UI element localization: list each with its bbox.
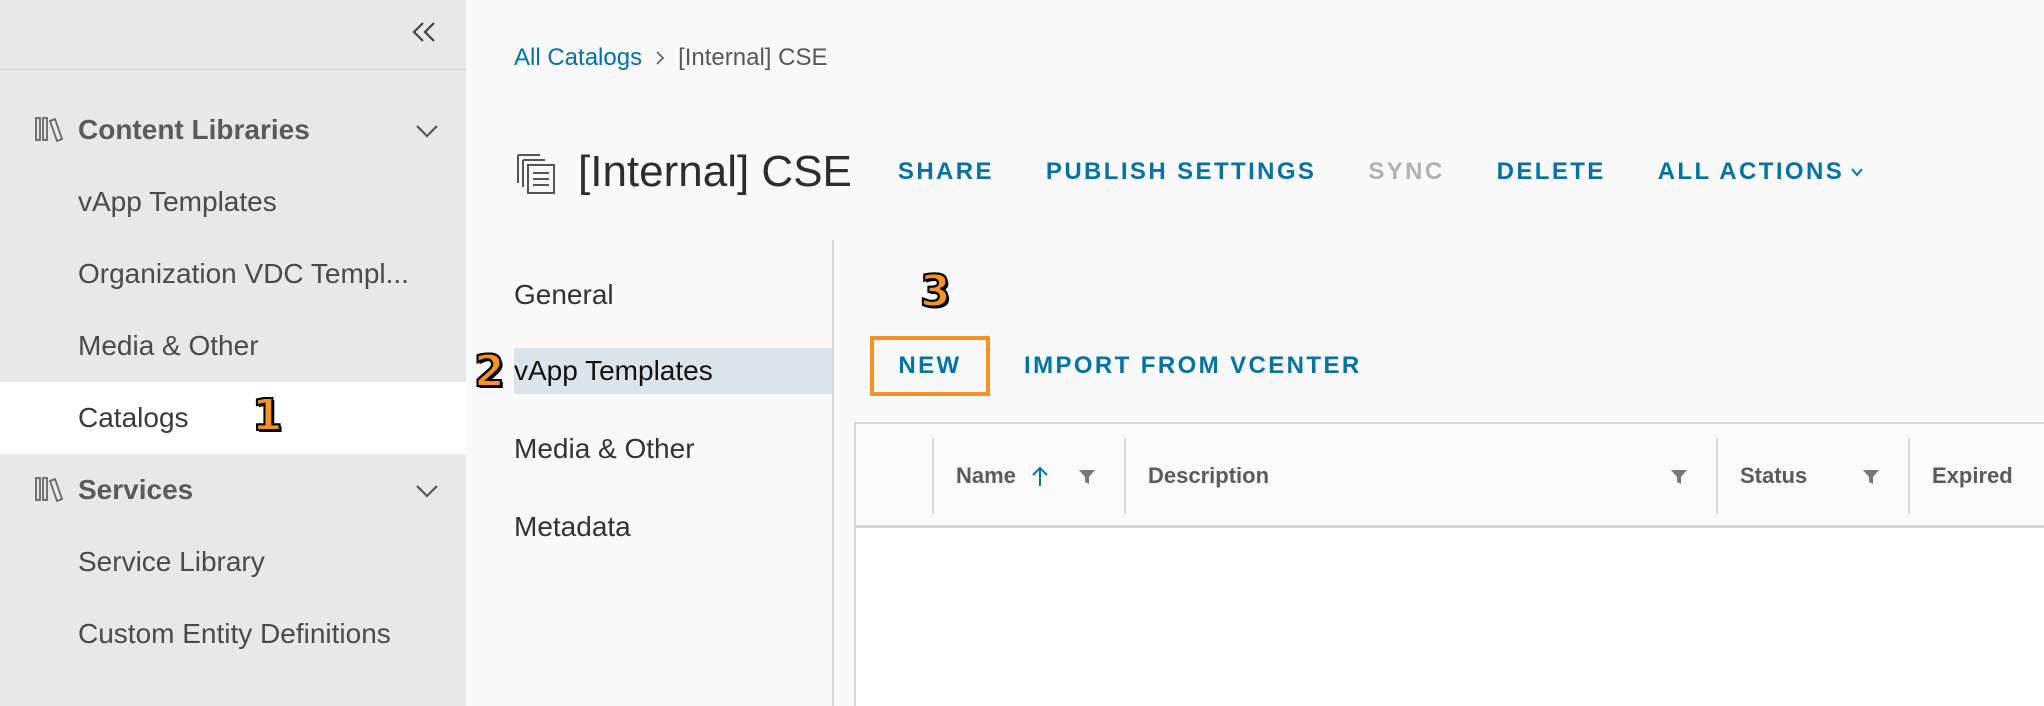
page-title: [Internal] CSE <box>578 147 852 196</box>
sync-button[interactable]: SYNC <box>1368 158 1444 186</box>
collapse-sidebar-button[interactable] <box>404 14 444 50</box>
sort-ascending-icon[interactable] <box>1030 465 1050 487</box>
filter-icon[interactable] <box>1670 468 1688 486</box>
share-button[interactable]: SHARE <box>898 158 994 186</box>
sidebar-item-media-other[interactable]: Media & Other <box>0 310 466 382</box>
column-header-name[interactable]: Name <box>956 440 1050 512</box>
column-expired-label: Expired <box>1932 463 2013 488</box>
column-description-label: Description <box>1148 463 1270 488</box>
sidebar: Content Libraries vApp Templates Organiz… <box>0 0 466 706</box>
grid-toolbar: NEW IMPORT FROM VCENTER <box>870 336 1362 396</box>
chevron-down-icon[interactable] <box>412 476 442 506</box>
breadcrumb-current: [Internal] CSE <box>678 44 828 71</box>
subnav-media-other[interactable]: Media & Other <box>514 426 832 472</box>
sidebar-collapse-row <box>0 0 466 70</box>
new-button[interactable]: NEW <box>870 336 990 396</box>
all-actions-dropdown[interactable]: ALL ACTIONS <box>1658 158 1864 186</box>
chevron-right-icon <box>654 50 666 66</box>
page-header: [Internal] CSE SHARE PUBLISH SETTINGS SY… <box>514 140 1916 204</box>
column-header-description[interactable]: Description <box>1148 440 1269 512</box>
nav-group-label: Services <box>78 474 194 505</box>
publish-settings-button[interactable]: PUBLISH SETTINGS <box>1046 158 1316 186</box>
library-icon <box>35 117 64 143</box>
breadcrumb: All Catalogs [Internal] CSE <box>514 44 827 72</box>
step-marker-3: 3 <box>919 266 952 317</box>
library-icon <box>35 477 64 503</box>
column-header-status[interactable]: Status <box>1740 440 1807 512</box>
subnav-vapp-templates[interactable]: vApp Templates <box>514 348 832 394</box>
column-separator <box>1908 438 1910 514</box>
column-name-label: Name <box>956 463 1016 488</box>
column-separator <box>1124 438 1126 514</box>
column-status-label: Status <box>1740 463 1808 488</box>
chevron-down-icon[interactable] <box>412 116 442 146</box>
step-marker-1: 1 <box>251 390 284 441</box>
nav-group-services[interactable]: Services <box>0 454 466 526</box>
import-from-vcenter-button[interactable]: IMPORT FROM VCENTER <box>1024 352 1362 380</box>
subnav-general[interactable]: General <box>514 272 832 318</box>
all-actions-label: ALL ACTIONS <box>1657 158 1845 185</box>
sidebar-item-service-library[interactable]: Service Library <box>0 526 466 598</box>
sidebar-item-custom-entity-definitions[interactable]: Custom Entity Definitions <box>0 598 466 670</box>
step-marker-2: 2 <box>473 346 506 397</box>
catalog-copy-icon <box>517 154 555 194</box>
subnav-metadata[interactable]: Metadata <box>514 504 832 550</box>
column-separator <box>1716 438 1718 514</box>
double-chevron-left-icon <box>412 22 435 42</box>
chevron-down-icon <box>1851 168 1863 177</box>
sidebar-item-organization-vdc-templates[interactable]: Organization VDC Templ... <box>0 238 466 310</box>
filter-icon[interactable] <box>1078 468 1096 486</box>
sidebar-item-catalogs[interactable]: Catalogs <box>0 382 466 454</box>
nav-group-content-libraries[interactable]: Content Libraries <box>0 94 466 166</box>
column-separator <box>932 438 934 514</box>
vertical-divider <box>832 240 834 706</box>
breadcrumb-all-catalogs-link[interactable]: All Catalogs <box>514 44 642 72</box>
delete-button[interactable]: DELETE <box>1497 158 1606 186</box>
nav-group-label: Content Libraries <box>78 114 310 145</box>
sidebar-item-vapp-templates[interactable]: vApp Templates <box>0 166 466 238</box>
column-header-expired[interactable]: Expired <box>1932 440 2013 512</box>
filter-icon[interactable] <box>1862 468 1880 486</box>
vapp-templates-grid: Name Description Status Expired <box>854 422 2044 706</box>
grid-header: Name Description Status Expired <box>856 424 2044 528</box>
